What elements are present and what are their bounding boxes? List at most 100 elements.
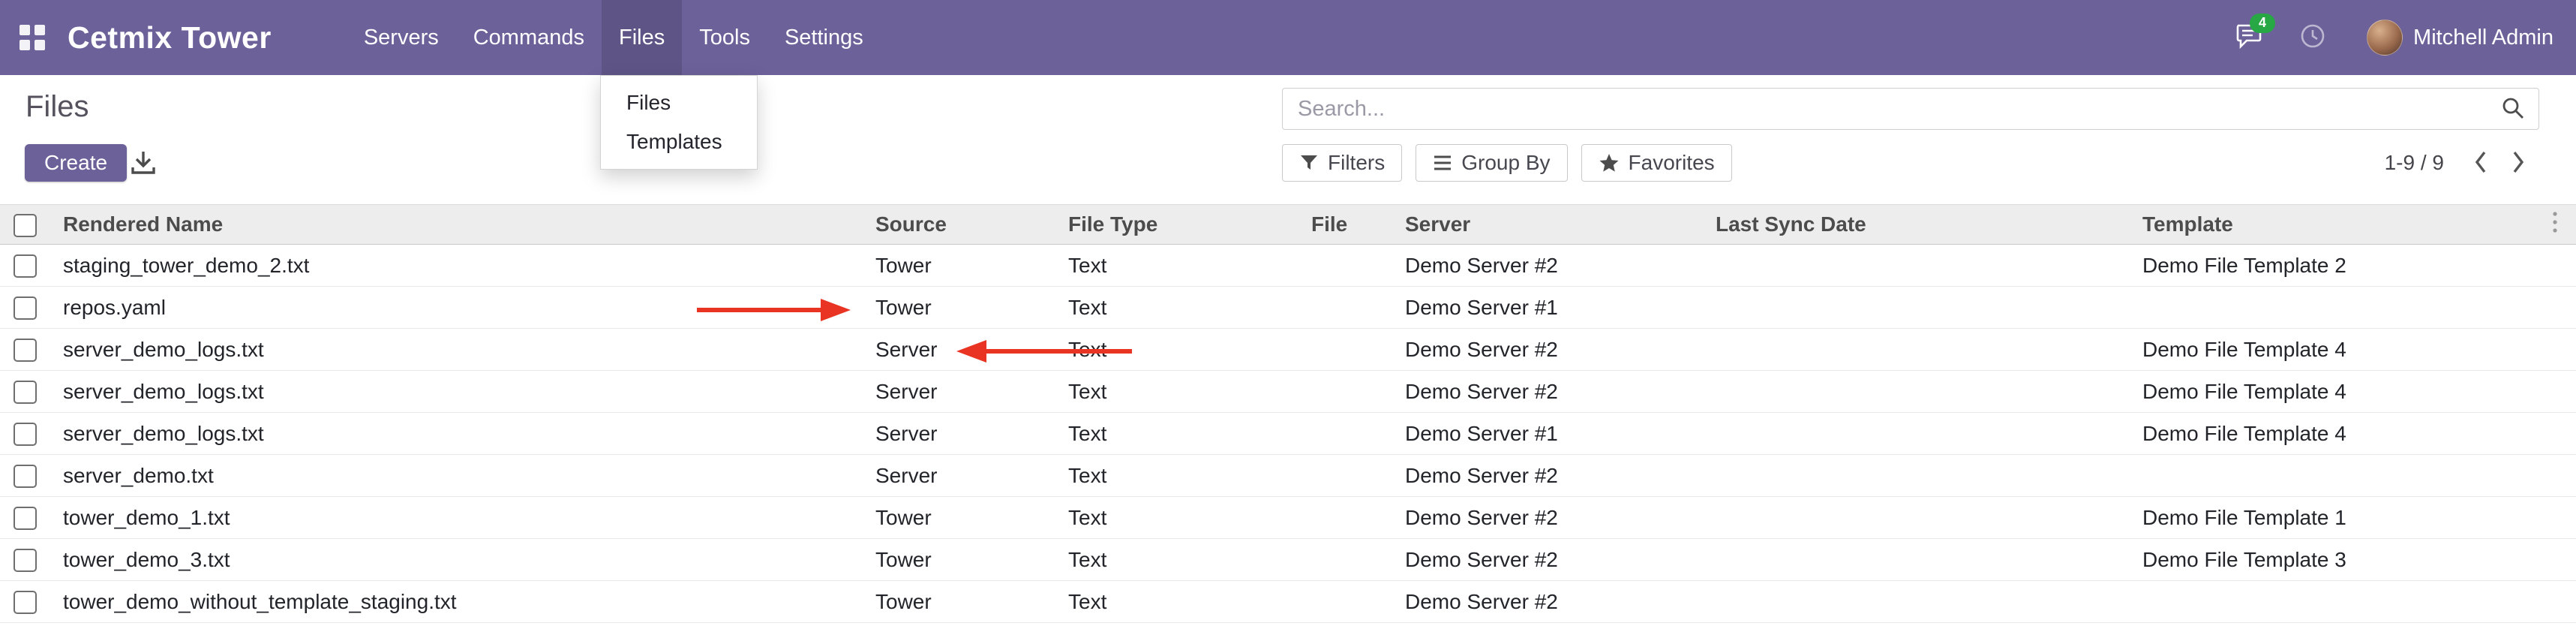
row-options-cell xyxy=(2534,539,2576,581)
dropdown-item-templates[interactable]: Templates xyxy=(601,122,757,161)
column-header-source[interactable]: Source xyxy=(862,205,1055,245)
pager-previous-button[interactable] xyxy=(2465,144,2496,182)
table-header-row: Rendered Name Source File Type File Serv… xyxy=(0,205,2576,245)
cell-file-type: Text xyxy=(1055,287,1298,329)
chevron-right-icon xyxy=(2510,149,2526,175)
cell-template xyxy=(2129,581,2534,623)
table-row[interactable]: server_demo_logs.txtServerTextDemo Serve… xyxy=(0,329,2576,371)
group-by-button[interactable]: Group By xyxy=(1416,144,1567,182)
column-header-rendered-name[interactable]: Rendered Name xyxy=(50,205,862,245)
page-title: Files xyxy=(26,90,89,124)
cell-server: Demo Server #2 xyxy=(1392,539,1702,581)
cell-file-type: Text xyxy=(1055,245,1298,287)
activities-icon[interactable] xyxy=(2299,23,2326,53)
search-icon xyxy=(2501,96,2525,120)
menu-commands[interactable]: Commands xyxy=(456,0,602,75)
cell-file-type: Text xyxy=(1055,581,1298,623)
search-input[interactable] xyxy=(1283,96,2501,122)
column-header-template[interactable]: Template xyxy=(2129,205,2534,245)
cell-file xyxy=(1298,245,1392,287)
table-row[interactable]: server_demo_logs.txtServerTextDemo Serve… xyxy=(0,413,2576,455)
select-all-checkbox[interactable] xyxy=(14,214,37,237)
row-options-cell xyxy=(2534,371,2576,413)
row-checkbox[interactable] xyxy=(14,507,37,530)
cell-last-sync-date xyxy=(1702,245,2129,287)
user-menu[interactable]: Mitchell Admin xyxy=(2413,26,2553,50)
cell-source: Server xyxy=(862,329,1055,371)
filters-button[interactable]: Filters xyxy=(1282,144,1402,182)
files-dropdown-menu: Files Templates xyxy=(600,75,758,170)
cell-server: Demo Server #1 xyxy=(1392,287,1702,329)
cell-last-sync-date xyxy=(1702,413,2129,455)
page: Cetmix Tower Servers Commands Files Tool… xyxy=(0,0,2576,626)
row-checkbox[interactable] xyxy=(14,591,37,614)
row-checkbox-cell xyxy=(0,371,50,413)
row-checkbox[interactable] xyxy=(14,381,37,404)
cell-rendered-name: staging_tower_demo_2.txt xyxy=(50,245,862,287)
cell-file xyxy=(1298,413,1392,455)
cell-server: Demo Server #2 xyxy=(1392,245,1702,287)
create-button[interactable]: Create xyxy=(25,144,127,182)
export-button[interactable] xyxy=(126,147,161,180)
cell-last-sync-date xyxy=(1702,497,2129,539)
column-header-last-sync-date[interactable]: Last Sync Date xyxy=(1702,205,2129,245)
cell-server: Demo Server #2 xyxy=(1392,329,1702,371)
row-checkbox-cell xyxy=(0,245,50,287)
cell-source: Tower xyxy=(862,287,1055,329)
menu-files[interactable]: Files xyxy=(602,0,682,75)
row-checkbox[interactable] xyxy=(14,254,37,278)
main-menu: Servers Commands Files Tools Settings xyxy=(347,0,881,75)
column-header-file-type[interactable]: File Type xyxy=(1055,205,1298,245)
cell-rendered-name: tower_demo_1.txt xyxy=(50,497,862,539)
table-row[interactable]: staging_tower_demo_2.txtTowerText Demo Se… xyxy=(0,245,2576,287)
menu-servers[interactable]: Servers xyxy=(347,0,456,75)
search-submit[interactable] xyxy=(2501,96,2538,122)
row-checkbox[interactable] xyxy=(14,465,37,488)
optional-columns-toggle-icon[interactable] xyxy=(2551,210,2559,234)
search-bar xyxy=(1282,88,2539,130)
message-count-badge: 4 xyxy=(2250,14,2275,33)
row-checkbox[interactable] xyxy=(14,296,37,320)
cell-last-sync-date xyxy=(1702,581,2129,623)
row-options-cell xyxy=(2534,455,2576,497)
row-checkbox-cell xyxy=(0,329,50,371)
favorites-button[interactable]: Favorites xyxy=(1581,144,1732,182)
table-row[interactable]: server_demo_logs.txtServerTextDemo Serve… xyxy=(0,371,2576,413)
cell-last-sync-date xyxy=(1702,455,2129,497)
table-row[interactable]: tower_demo_3.txtTowerTextDemo Server #2D… xyxy=(0,539,2576,581)
apps-grid-icon[interactable] xyxy=(20,25,45,50)
menu-tools[interactable]: Tools xyxy=(682,0,767,75)
row-checkbox[interactable] xyxy=(14,339,37,362)
row-checkbox[interactable] xyxy=(14,549,37,572)
cell-source: Server xyxy=(862,413,1055,455)
cell-last-sync-date xyxy=(1702,287,2129,329)
cell-file xyxy=(1298,581,1392,623)
cell-last-sync-date xyxy=(1702,539,2129,581)
table-row[interactable]: tower_demo_1.txtTowerTextDemo Server #2D… xyxy=(0,497,2576,539)
pager-next-button[interactable] xyxy=(2502,144,2534,182)
column-header-file[interactable]: File xyxy=(1298,205,1392,245)
pager: 1-9 / 9 xyxy=(2385,144,2534,182)
row-options-cell xyxy=(2534,329,2576,371)
cell-rendered-name: tower_demo_without_template_staging.txt xyxy=(50,581,862,623)
menu-settings[interactable]: Settings xyxy=(767,0,881,75)
optional-columns-cell xyxy=(2534,205,2576,245)
cell-source: Server xyxy=(862,455,1055,497)
table-row[interactable]: server_demo.txtServerTextDemo Server #2 xyxy=(0,455,2576,497)
user-avatar[interactable] xyxy=(2367,20,2403,56)
star-icon xyxy=(1599,153,1620,173)
cell-file-type: Text xyxy=(1055,455,1298,497)
column-header-server[interactable]: Server xyxy=(1392,205,1702,245)
cell-server: Demo Server #2 xyxy=(1392,455,1702,497)
dropdown-item-files[interactable]: Files xyxy=(601,83,757,122)
messages-icon[interactable]: 4 xyxy=(2235,23,2263,53)
table-row[interactable]: repos.yamlTowerTextDemo Server #1 xyxy=(0,287,2576,329)
row-checkbox[interactable] xyxy=(14,423,37,446)
group-by-icon xyxy=(1433,153,1452,173)
cell-template: Demo File Template 4 xyxy=(2129,371,2534,413)
row-checkbox-cell xyxy=(0,455,50,497)
cell-source: Tower xyxy=(862,245,1055,287)
row-checkbox-cell xyxy=(0,287,50,329)
cell-template xyxy=(2129,455,2534,497)
table-row[interactable]: tower_demo_without_template_staging.txt T… xyxy=(0,581,2576,623)
